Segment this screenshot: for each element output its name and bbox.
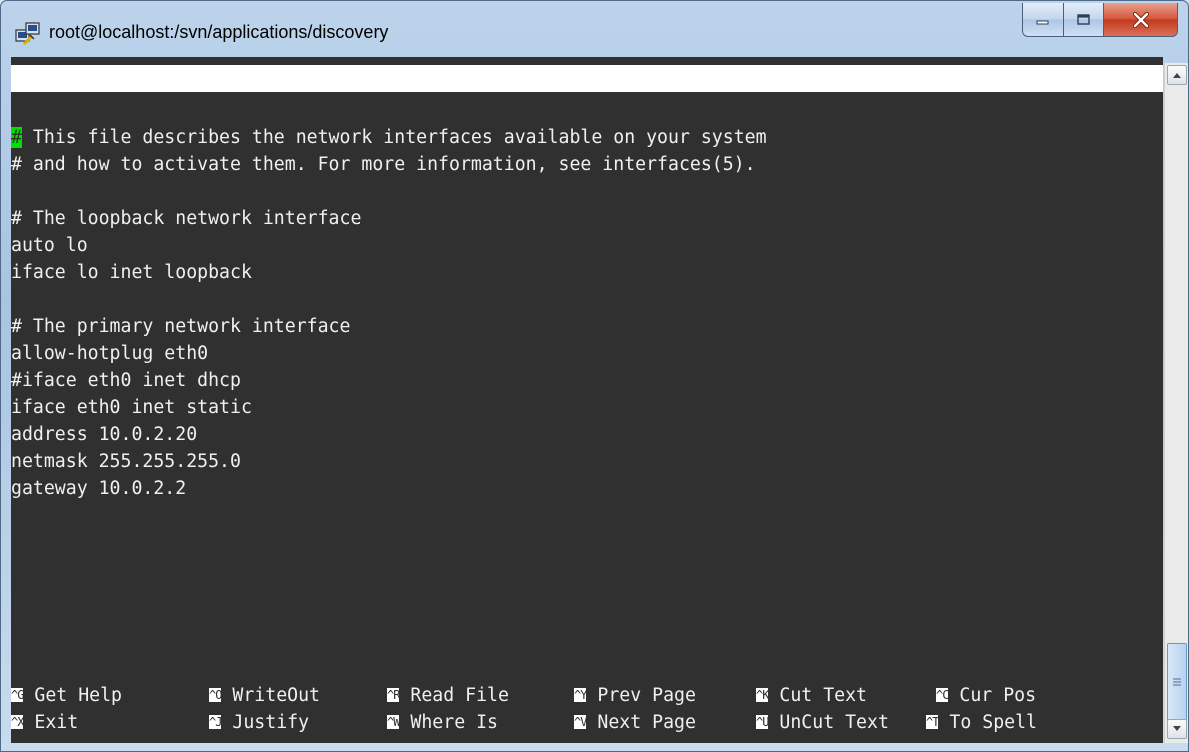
terminal-window: root@localhost:/svn/applications/discove… — [0, 0, 1189, 752]
editor-line-1[interactable]: # This file describes the network interf… — [11, 124, 767, 151]
shortcut-key: ^Y — [574, 688, 587, 702]
editor-line[interactable]: #iface eth0 inet dhcp — [11, 367, 241, 394]
text-cursor: # — [11, 127, 22, 148]
editor-line-1-text: This file describes the network interfac… — [21, 127, 767, 148]
editor-line[interactable]: # The primary network interface — [11, 313, 350, 340]
minimize-icon — [1036, 20, 1049, 24]
shortcut-exit[interactable]: ^X Exit — [11, 709, 78, 736]
shortcut-label: WriteOut — [221, 685, 321, 706]
editor-line[interactable]: netmask 255.255.255.0 — [11, 448, 241, 475]
scroll-down-arrow-icon — [1173, 726, 1181, 731]
shortcut-writeout[interactable]: ^O WriteOut — [209, 682, 320, 709]
shortcut-key: ^R — [387, 688, 400, 702]
shortcut-label: Where Is — [399, 712, 499, 733]
shortcut-label: Exit — [23, 712, 79, 733]
shortcut-key: ^K — [756, 688, 769, 702]
shortcut-next-page[interactable]: ^V Next Page — [574, 709, 696, 736]
shortcut-get-help[interactable]: ^G Get Help — [11, 682, 122, 709]
editor-line[interactable]: address 10.0.2.20 — [11, 421, 197, 448]
shortcut-label: UnCut Text — [768, 712, 889, 733]
close-icon — [1132, 11, 1149, 28]
editor-line[interactable]: gateway 10.0.2.2 — [11, 475, 186, 502]
editor-line[interactable]: allow-hotplug eth0 — [11, 340, 208, 367]
shortcut-label: To Spell — [938, 712, 1038, 733]
shortcut-key: ^T — [926, 715, 939, 729]
scroll-down-button[interactable] — [1167, 719, 1187, 739]
shortcut-uncut-text[interactable]: ^U UnCut Text — [756, 709, 889, 736]
scroll-up-button[interactable] — [1167, 65, 1187, 85]
shortcut-label: Prev Page — [586, 685, 696, 706]
shortcut-to-spell[interactable]: ^T To Spell — [926, 709, 1037, 736]
shortcut-where-is[interactable]: ^W Where Is — [387, 709, 498, 736]
shortcut-cur-pos[interactable]: ^C Cur Pos — [936, 682, 1036, 709]
shortcut-read-file[interactable]: ^R Read File — [387, 682, 509, 709]
putty-icon[interactable] — [15, 21, 41, 47]
maximize-icon — [1076, 13, 1090, 25]
title-bar[interactable]: root@localhost:/svn/applications/discove… — [1, 1, 1188, 57]
nano-header-bar: GNU nano 2.2.6 File: /etc/network/interf… — [11, 65, 1163, 143]
shortcut-label: Read File — [399, 685, 509, 706]
shortcut-label: Cur Pos — [948, 685, 1037, 706]
minimize-button[interactable] — [1022, 3, 1064, 37]
shortcut-cut-text[interactable]: ^K Cut Text — [756, 682, 867, 709]
editor-line[interactable]: iface lo inet loopback — [11, 259, 252, 286]
editor-line[interactable]: # The loopback network interface — [11, 205, 361, 232]
scrollbar-thumb[interactable] — [1167, 643, 1187, 721]
shortcut-key: ^G — [11, 688, 24, 702]
shortcut-label: Justify — [221, 712, 310, 733]
shortcut-key: ^C — [936, 688, 949, 702]
nano-version: GNU nano 2.2.6 — [31, 95, 185, 116]
shortcut-justify[interactable]: ^J Justify — [209, 709, 309, 736]
shortcut-key: ^W — [387, 715, 400, 729]
editor-line[interactable]: auto lo — [11, 232, 88, 259]
maximize-button[interactable] — [1064, 3, 1104, 37]
shortcut-label: Cut Text — [768, 685, 868, 706]
shortcut-label: Get Help — [23, 685, 123, 706]
shortcut-prev-page[interactable]: ^Y Prev Page — [574, 682, 696, 709]
terminal-screen[interactable]: GNU nano 2.2.6 File: /etc/network/interf… — [11, 57, 1163, 743]
shortcut-key: ^V — [574, 715, 587, 729]
shortcut-key: ^O — [209, 688, 222, 702]
editor-line[interactable]: # and how to activate them. For more inf… — [11, 151, 756, 178]
shortcut-key: ^X — [11, 715, 24, 729]
shortcut-label: Next Page — [586, 712, 696, 733]
window-controls — [1022, 3, 1178, 39]
window-title: root@localhost:/svn/applications/discove… — [49, 22, 389, 42]
shortcut-key: ^J — [209, 715, 222, 729]
close-button[interactable] — [1104, 3, 1178, 37]
scroll-up-arrow-icon — [1173, 73, 1181, 78]
grip-icon — [1173, 678, 1181, 686]
vertical-scrollbar[interactable] — [1164, 63, 1188, 743]
shortcut-key: ^U — [756, 715, 769, 729]
editor-line[interactable]: iface eth0 inet static — [11, 394, 252, 421]
